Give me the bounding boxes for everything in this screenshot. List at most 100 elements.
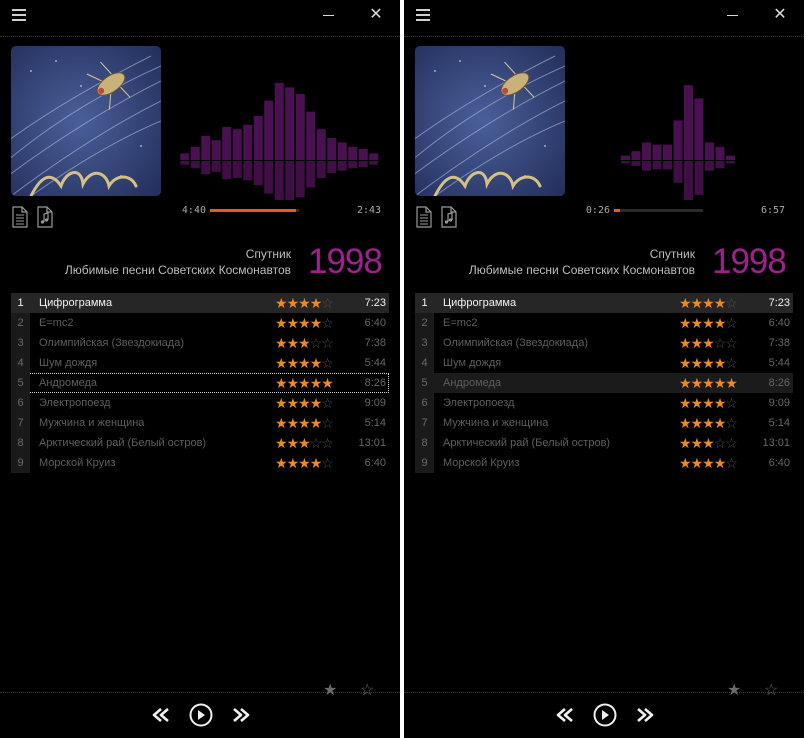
star-filled-icon[interactable]: ★ xyxy=(310,375,323,391)
star-filled-icon[interactable]: ★ xyxy=(275,455,288,471)
star-outline-icon[interactable]: ☆ xyxy=(321,415,334,431)
track-rating[interactable]: ★★★★☆ xyxy=(679,313,738,333)
track-row[interactable]: 2 E=mc2 ★★★★☆ 6:40 xyxy=(415,313,793,333)
star-outline-icon[interactable]: ☆ xyxy=(725,335,738,351)
star-filled-icon[interactable]: ★ xyxy=(702,315,715,331)
star-filled-icon[interactable]: ★ xyxy=(275,415,288,431)
track-row[interactable]: 1 Цифрограмма ★★★★☆ 7:23 xyxy=(415,293,793,313)
star-filled-icon[interactable]: ★ xyxy=(702,335,715,351)
track-row[interactable]: 2 E=mc2 ★★★★☆ 6:40 xyxy=(11,313,389,333)
star-outline-icon[interactable]: ☆ xyxy=(310,435,323,451)
star-filled-icon[interactable]: ★ xyxy=(298,455,311,471)
star-outline-icon[interactable]: ☆ xyxy=(764,680,778,700)
close-icon[interactable]: ✕ xyxy=(366,5,386,25)
hamburger-menu-icon[interactable] xyxy=(416,9,430,21)
star-outline-icon[interactable]: ☆ xyxy=(714,335,727,351)
star-filled-icon[interactable]: ★ xyxy=(287,415,300,431)
star-filled-icon[interactable]: ★ xyxy=(323,680,337,700)
track-rating[interactable]: ★★★★☆ xyxy=(275,353,334,373)
document-icon[interactable] xyxy=(12,206,28,228)
track-row[interactable]: 7 Мужчина и женщина ★★★★☆ 5:14 xyxy=(415,413,793,433)
star-filled-icon[interactable]: ★ xyxy=(275,435,288,451)
document-icon[interactable] xyxy=(416,206,432,228)
hamburger-menu-icon[interactable] xyxy=(12,9,26,21)
minimize-icon[interactable] xyxy=(726,9,740,23)
star-filled-icon[interactable]: ★ xyxy=(691,435,704,451)
star-filled-icon[interactable]: ★ xyxy=(714,295,727,311)
track-rating[interactable]: ★★★★☆ xyxy=(679,453,738,473)
star-filled-icon[interactable]: ★ xyxy=(310,295,323,311)
star-outline-icon[interactable]: ☆ xyxy=(714,435,727,451)
track-rating[interactable]: ★★★★☆ xyxy=(275,293,334,313)
track-row[interactable]: 6 Электропоезд ★★★★☆ 9:09 xyxy=(11,393,389,413)
track-rating[interactable]: ★★★★☆ xyxy=(275,313,334,333)
star-outline-icon[interactable]: ☆ xyxy=(321,435,334,451)
track-row[interactable]: 3 Олимпийская (Звездокиада) ★★★☆☆ 7:38 xyxy=(11,333,389,353)
star-outline-icon[interactable]: ☆ xyxy=(725,315,738,331)
star-filled-icon[interactable]: ★ xyxy=(287,375,300,391)
play-icon[interactable] xyxy=(592,703,618,727)
star-filled-icon[interactable]: ★ xyxy=(714,355,727,371)
play-icon[interactable] xyxy=(188,703,214,727)
star-filled-icon[interactable]: ★ xyxy=(298,375,311,391)
star-outline-icon[interactable]: ☆ xyxy=(725,295,738,311)
track-rating[interactable]: ★★★★★ xyxy=(275,373,334,393)
star-filled-icon[interactable]: ★ xyxy=(298,295,311,311)
star-outline-icon[interactable]: ☆ xyxy=(321,335,334,351)
star-filled-icon[interactable]: ★ xyxy=(275,315,288,331)
star-filled-icon[interactable]: ★ xyxy=(679,335,692,351)
star-outline-icon[interactable]: ☆ xyxy=(360,680,374,700)
track-rating[interactable]: ★★★★☆ xyxy=(679,353,738,373)
track-rating[interactable]: ★★★★☆ xyxy=(275,393,334,413)
star-outline-icon[interactable]: ☆ xyxy=(725,435,738,451)
track-row[interactable]: 9 Морской Круиз ★★★★☆ 6:40 xyxy=(415,453,793,473)
star-filled-icon[interactable]: ★ xyxy=(691,415,704,431)
rewind-icon[interactable] xyxy=(150,703,172,727)
star-filled-icon[interactable]: ★ xyxy=(310,395,323,411)
title-bar[interactable]: ✕ xyxy=(0,0,400,32)
star-outline-icon[interactable]: ☆ xyxy=(321,295,334,311)
star-filled-icon[interactable]: ★ xyxy=(679,435,692,451)
track-row[interactable]: 5 Андромеда ★★★★★ 8:26 xyxy=(11,373,389,393)
star-filled-icon[interactable]: ★ xyxy=(287,355,300,371)
star-filled-icon[interactable]: ★ xyxy=(275,335,288,351)
star-filled-icon[interactable]: ★ xyxy=(702,415,715,431)
star-filled-icon[interactable]: ★ xyxy=(725,375,738,391)
star-filled-icon[interactable]: ★ xyxy=(691,455,704,471)
track-row[interactable]: 6 Электропоезд ★★★★☆ 9:09 xyxy=(415,393,793,413)
star-filled-icon[interactable]: ★ xyxy=(275,355,288,371)
rewind-icon[interactable] xyxy=(554,703,576,727)
track-rating[interactable]: ★★★☆☆ xyxy=(275,333,334,353)
star-outline-icon[interactable]: ☆ xyxy=(321,315,334,331)
track-rating[interactable]: ★★★☆☆ xyxy=(679,333,738,353)
star-filled-icon[interactable]: ★ xyxy=(714,315,727,331)
fast-forward-icon[interactable] xyxy=(634,703,656,727)
close-icon[interactable]: ✕ xyxy=(770,5,790,25)
track-row[interactable]: 8 Арктический рай (Белый остров) ★★★☆☆ 13:0… xyxy=(11,433,389,453)
star-filled-icon[interactable]: ★ xyxy=(702,295,715,311)
track-row[interactable]: 1 Цифрограмма ★★★★☆ 7:23 xyxy=(11,293,389,313)
fast-forward-icon[interactable] xyxy=(230,703,252,727)
star-filled-icon[interactable]: ★ xyxy=(727,680,741,700)
track-rating[interactable]: ★★★☆☆ xyxy=(679,433,738,453)
star-filled-icon[interactable]: ★ xyxy=(287,435,300,451)
star-filled-icon[interactable]: ★ xyxy=(310,455,323,471)
music-file-icon[interactable] xyxy=(441,206,457,228)
star-filled-icon[interactable]: ★ xyxy=(310,415,323,431)
star-filled-icon[interactable]: ★ xyxy=(679,375,692,391)
star-filled-icon[interactable]: ★ xyxy=(702,355,715,371)
star-filled-icon[interactable]: ★ xyxy=(298,355,311,371)
star-filled-icon[interactable]: ★ xyxy=(691,335,704,351)
star-outline-icon[interactable]: ☆ xyxy=(310,335,323,351)
star-filled-icon[interactable]: ★ xyxy=(679,295,692,311)
star-filled-icon[interactable]: ★ xyxy=(679,455,692,471)
star-filled-icon[interactable]: ★ xyxy=(275,295,288,311)
star-filled-icon[interactable]: ★ xyxy=(287,335,300,351)
track-row[interactable]: 4 Шум дождя ★★★★☆ 5:44 xyxy=(11,353,389,373)
star-filled-icon[interactable]: ★ xyxy=(287,315,300,331)
star-filled-icon[interactable]: ★ xyxy=(298,335,311,351)
star-filled-icon[interactable]: ★ xyxy=(287,295,300,311)
minimize-icon[interactable] xyxy=(322,9,336,23)
track-rating[interactable]: ★★★★☆ xyxy=(275,453,334,473)
star-filled-icon[interactable]: ★ xyxy=(702,375,715,391)
